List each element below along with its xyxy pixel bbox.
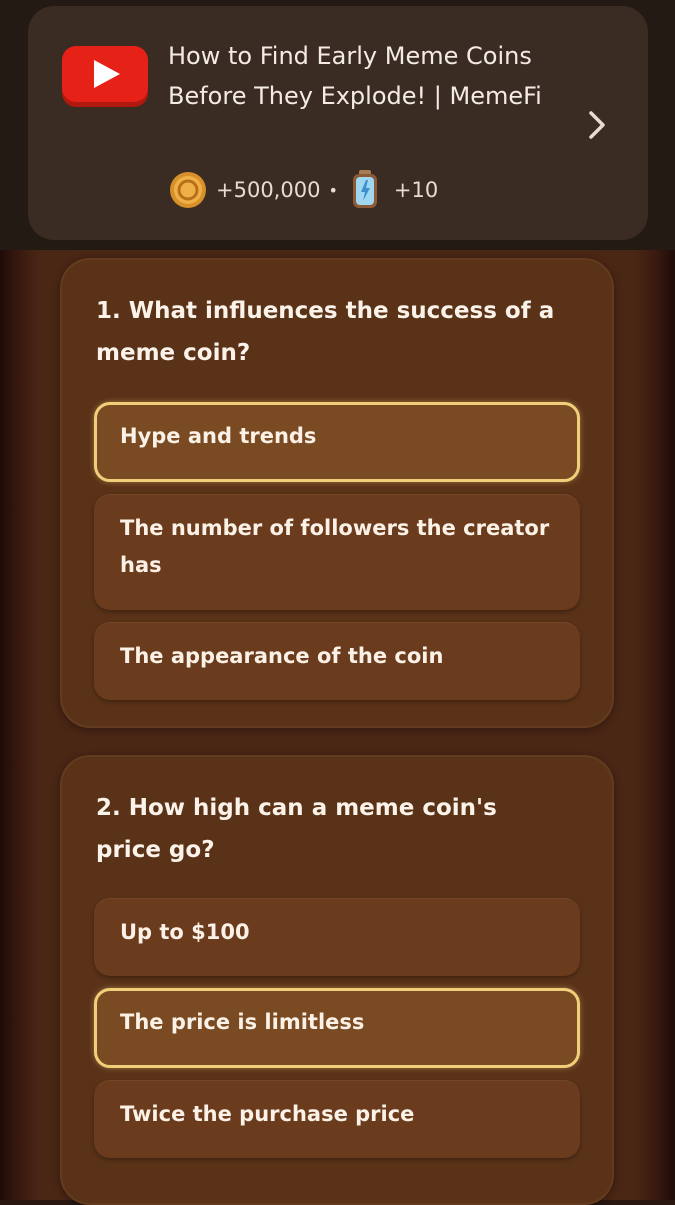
quiz-option[interactable]: The appearance of the coin	[94, 622, 580, 700]
question-text: 1. What influences the success of a meme…	[96, 298, 555, 366]
coin-icon	[170, 172, 206, 208]
quiz-option-selected[interactable]: The price is limitless	[94, 988, 580, 1068]
quiz-option[interactable]: The number of followers the creator has	[94, 494, 580, 610]
chevron-right-icon[interactable]	[584, 108, 610, 142]
separator: •	[328, 180, 338, 200]
youtube-icon	[62, 46, 148, 107]
task-title: How to Find Early Meme Coins Before They…	[168, 42, 542, 110]
energy-reward: +10	[393, 178, 439, 202]
coin-reward: +500,000	[216, 178, 321, 202]
quiz-card-1: 1. What influences the success of a meme…	[60, 258, 614, 728]
quiz-option[interactable]: Up to $100	[94, 898, 580, 976]
video-task-card[interactable]: How to Find Early Meme Coins Before They…	[28, 6, 648, 240]
quiz-option-selected[interactable]: Hype and trends	[94, 402, 580, 482]
quiz-option[interactable]: Twice the purchase price	[94, 1080, 580, 1158]
question-text: 2. How high can a meme coin's price go?	[96, 795, 497, 863]
header-area: How to Find Early Meme Coins Before They…	[0, 0, 675, 250]
quiz-area: 1. What influences the success of a meme…	[0, 250, 675, 1205]
quiz-card-2: 2. How high can a meme coin's price go? …	[60, 755, 614, 1205]
reward-row: +500,000 • +10	[168, 170, 438, 210]
energy-battery-icon	[352, 170, 377, 208]
